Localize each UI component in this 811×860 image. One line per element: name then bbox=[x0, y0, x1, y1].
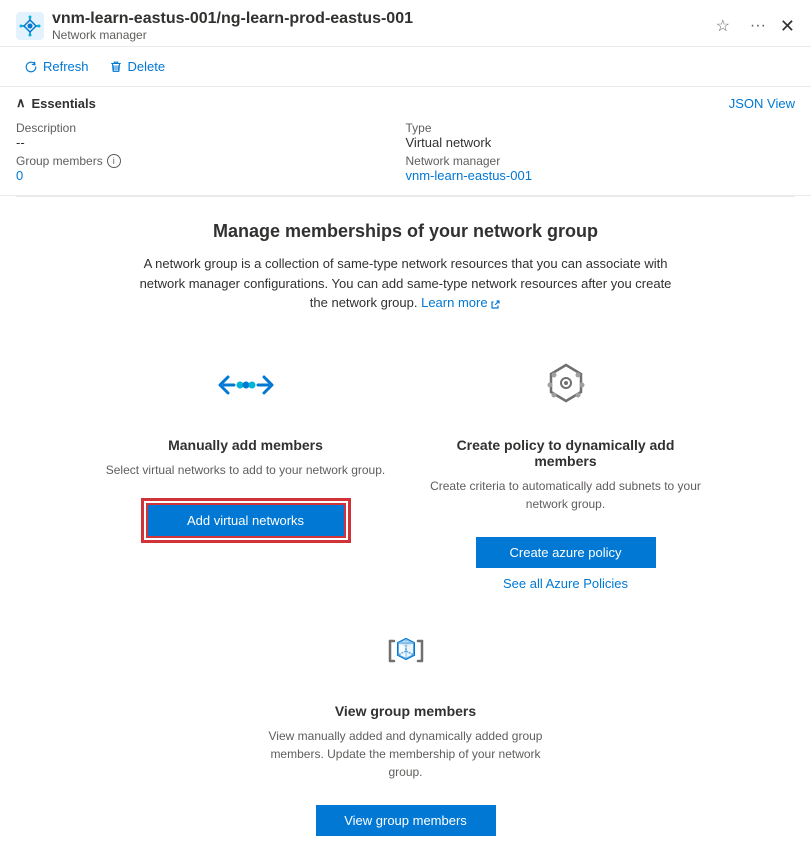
description-label: Description bbox=[16, 121, 406, 135]
essentials-label: Essentials bbox=[32, 96, 96, 111]
title-text: vnm-learn-eastus-001/ng-learn-prod-eastu… bbox=[52, 10, 413, 42]
delete-icon bbox=[109, 60, 123, 74]
chevron-up-icon: ∧ bbox=[16, 95, 26, 111]
essentials-grid: Description -- Group members i 0 Type Vi… bbox=[16, 121, 795, 183]
type-label: Type bbox=[406, 121, 796, 135]
manually-add-icon bbox=[206, 345, 286, 425]
close-button[interactable]: ✕ bbox=[780, 16, 795, 37]
network-manager-label: Network manager bbox=[406, 154, 796, 168]
view-group-members-button[interactable]: View group members bbox=[316, 805, 496, 836]
manage-title: Manage memberships of your network group bbox=[40, 221, 771, 242]
title-left: vnm-learn-eastus-001/ng-learn-prod-eastu… bbox=[16, 10, 413, 42]
delete-label: Delete bbox=[128, 59, 166, 74]
create-azure-policy-button[interactable]: Create azure policy bbox=[476, 537, 656, 568]
external-link-icon bbox=[491, 299, 501, 309]
main-content: Manage memberships of your network group… bbox=[0, 197, 811, 860]
create-policy-title: Create policy to dynamically add members bbox=[426, 437, 706, 469]
group-members-field: Group members i 0 bbox=[16, 154, 406, 183]
group-members-value[interactable]: 0 bbox=[16, 168, 406, 183]
group-members-label: Group members bbox=[16, 154, 103, 168]
essentials-header: ∧ Essentials JSON View bbox=[16, 95, 795, 111]
view-group-members-card: View group members View manually added a… bbox=[40, 611, 771, 836]
title-actions: ☆ ··· ✕ bbox=[710, 14, 795, 38]
title-bar: vnm-learn-eastus-001/ng-learn-prod-eastu… bbox=[0, 0, 811, 47]
refresh-icon bbox=[24, 60, 38, 74]
description-field: Description -- bbox=[16, 121, 406, 150]
see-all-azure-policies-link[interactable]: See all Azure Policies bbox=[503, 576, 628, 591]
page-subtitle: Network manager bbox=[52, 28, 413, 42]
json-view-link[interactable]: JSON View bbox=[729, 96, 795, 111]
essentials-col-left: Description -- Group members i 0 bbox=[16, 121, 406, 183]
create-policy-desc: Create criteria to automatically add sub… bbox=[426, 477, 706, 513]
view-group-members-title: View group members bbox=[335, 703, 476, 719]
description-value: -- bbox=[16, 135, 406, 150]
group-members-label-row: Group members i bbox=[16, 154, 406, 168]
view-group-members-desc: View manually added and dynamically adde… bbox=[256, 727, 556, 781]
essentials-title: ∧ Essentials bbox=[16, 95, 96, 111]
more-options-button[interactable]: ··· bbox=[744, 15, 772, 37]
cards-row: Manually add members Select virtual netw… bbox=[40, 345, 771, 591]
learn-more-link[interactable]: Learn more bbox=[421, 295, 501, 310]
type-value: Virtual network bbox=[406, 135, 796, 150]
network-manager-icon bbox=[16, 12, 44, 40]
refresh-button[interactable]: Refresh bbox=[16, 55, 97, 78]
manually-add-card: Manually add members Select virtual netw… bbox=[106, 345, 386, 591]
essentials-section: ∧ Essentials JSON View Description -- Gr… bbox=[0, 87, 811, 196]
toolbar: Refresh Delete bbox=[0, 47, 811, 87]
manually-add-title: Manually add members bbox=[168, 437, 323, 453]
manage-description: A network group is a collection of same-… bbox=[136, 254, 676, 313]
manually-add-desc: Select virtual networks to add to your n… bbox=[106, 461, 385, 479]
group-members-info-icon[interactable]: i bbox=[107, 154, 121, 168]
essentials-col-right: Type Virtual network Network manager vnm… bbox=[406, 121, 796, 183]
refresh-label: Refresh bbox=[43, 59, 89, 74]
create-policy-icon bbox=[526, 345, 606, 425]
add-virtual-networks-button[interactable]: Add virtual networks bbox=[146, 503, 346, 538]
type-field: Type Virtual network bbox=[406, 121, 796, 150]
network-manager-value[interactable]: vnm-learn-eastus-001 bbox=[406, 168, 796, 183]
network-manager-field: Network manager vnm-learn-eastus-001 bbox=[406, 154, 796, 183]
create-policy-card: Create policy to dynamically add members… bbox=[426, 345, 706, 591]
page-title: vnm-learn-eastus-001/ng-learn-prod-eastu… bbox=[52, 10, 413, 28]
view-group-members-icon bbox=[366, 611, 446, 691]
delete-button[interactable]: Delete bbox=[101, 55, 174, 78]
favorite-button[interactable]: ☆ bbox=[710, 14, 736, 38]
